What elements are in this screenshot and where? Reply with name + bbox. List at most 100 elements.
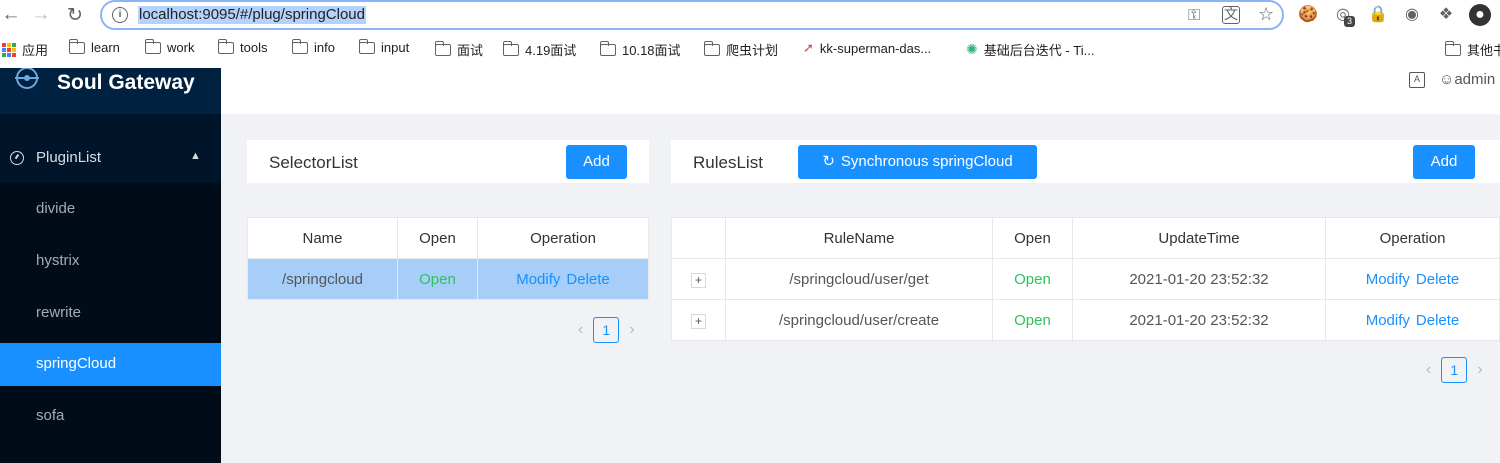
bookmark-crawler-plan[interactable]: 爬虫计划 [703, 40, 779, 59]
folder-icon [502, 40, 519, 56]
sidebar-item-rewrite[interactable]: rewrite [0, 292, 221, 335]
column-header: Operation [477, 217, 649, 259]
folder-icon [291, 38, 308, 54]
lock-extension-icon[interactable]: 🔒 [1367, 4, 1389, 26]
table-row[interactable]: + /springcloud/user/get Open 2021-01-20 … [671, 258, 1500, 300]
bookmark-backend-iteration[interactable]: ✺ 基础后台迭代 - Ti... [966, 40, 1094, 59]
rule-name: /springcloud/user/get [725, 258, 993, 300]
user-menu[interactable]: ☺admin [1439, 71, 1495, 88]
bookmark-star-icon[interactable]: ☆ [1258, 4, 1274, 25]
bookmark-info[interactable]: info [291, 38, 335, 55]
selector-list-title: SelectorList [269, 153, 358, 172]
folder-icon [703, 40, 720, 56]
selector-pagination: ‹ 1 › [578, 317, 635, 343]
bookmarks-bar: 应用 learn work tools info input 面试 4.19面试… [0, 36, 1500, 62]
sidebar-item-springcloud[interactable]: springCloud [0, 343, 221, 386]
puzzle-extensions-icon[interactable]: ❖ [1435, 4, 1457, 26]
expand-row-button[interactable]: + [691, 313, 706, 329]
sync-springcloud-button[interactable]: ↻ Synchronous springCloud [798, 145, 1037, 179]
sidebar-item-hystrix[interactable]: hystrix [0, 240, 221, 283]
bookmark-interview-419[interactable]: 4.19面试 [502, 40, 577, 59]
bookmark-label: 4.19面试 [525, 43, 577, 58]
bookmark-label: 10.18面试 [622, 43, 681, 58]
folder-icon [144, 38, 161, 54]
sidebar-item-label: hystrix [36, 252, 80, 269]
bookmark-tools[interactable]: tools [217, 38, 267, 55]
folder-icon [68, 38, 85, 54]
star-flower-icon: ✺ [966, 41, 978, 57]
extension-badge: 3 [1344, 16, 1356, 27]
bookmark-kk-superman[interactable]: ➚ kk-superman-das... [803, 40, 931, 56]
delete-link[interactable]: Delete [1416, 271, 1459, 288]
selector-list-header: SelectorList Add [247, 140, 649, 183]
translate-extension-icon[interactable]: ◎ 3 [1332, 4, 1356, 27]
column-header: Open [397, 217, 478, 259]
sidebar-item-sofa[interactable]: sofa [0, 395, 221, 438]
bookmark-interview-1018[interactable]: 10.18面试 [599, 40, 681, 59]
bookmark-label: 爬虫计划 [726, 43, 779, 58]
cookie-extension-icon[interactable]: 🍪 [1297, 4, 1319, 26]
prev-page-icon[interactable]: ‹ [1426, 361, 1431, 379]
sync-button-label: Synchronous springCloud [840, 153, 1013, 170]
next-page-icon[interactable]: › [629, 321, 634, 339]
reload-icon[interactable]: ↻ [64, 4, 86, 26]
selector-table: Name Open Operation /springcloud Open Mo… [247, 217, 649, 300]
prev-page-icon[interactable]: ‹ [578, 321, 583, 339]
expand-row-button[interactable]: + [691, 272, 706, 288]
folder-icon [217, 38, 234, 54]
bookmark-label: kk-superman-das... [819, 40, 932, 56]
bookmark-label: 其他书 [1467, 43, 1500, 58]
plugin-submenu: divide hystrix rewrite springCloud sofa [0, 183, 221, 463]
back-arrow-icon[interactable]: ← [0, 4, 22, 26]
modify-link[interactable]: Modify [1366, 271, 1410, 288]
logo[interactable]: Soul Gateway [0, 68, 221, 114]
translate-icon[interactable]: 文 [1222, 6, 1240, 24]
language-switch-icon[interactable]: A [1409, 72, 1425, 88]
evernote-extension-icon[interactable]: ◉ [1401, 4, 1423, 26]
site-info-icon[interactable]: i [112, 7, 128, 23]
profile-avatar[interactable]: ● [1469, 4, 1491, 26]
bookmark-input[interactable]: input [358, 38, 410, 55]
apps-grid-icon [2, 42, 16, 57]
table-row[interactable]: /springcloud Open Modify Delete [247, 258, 649, 300]
column-header: Open [992, 217, 1073, 259]
gateway-logo-icon [15, 68, 39, 89]
sidebar-item-label: rewrite [36, 304, 82, 321]
table-row[interactable]: + /springcloud/user/create Open 2021-01-… [671, 299, 1500, 341]
top-header: A ☺admin [221, 68, 1500, 114]
rules-table: RuleName Open UpdateTime Operation + /sp… [671, 217, 1500, 341]
add-rule-button[interactable]: Add [1413, 145, 1475, 179]
rules-list-header: RulesList ↻ Synchronous springCloud Add [671, 140, 1500, 183]
forward-arrow-icon[interactable]: → [30, 4, 52, 26]
key-icon[interactable]: ⚿ [1188, 7, 1200, 25]
page-number[interactable]: 1 [593, 317, 620, 343]
bookmark-label: 面试 [457, 43, 484, 58]
bookmark-apps[interactable]: 应用 [2, 40, 48, 59]
bookmark-label: input [381, 40, 410, 55]
sidebar-item-label: sofa [36, 407, 65, 424]
bookmark-other[interactable]: 其他书 [1444, 40, 1500, 59]
column-header [671, 217, 726, 259]
modify-link[interactable]: Modify [516, 271, 560, 288]
add-selector-button[interactable]: Add [566, 145, 627, 179]
pluginlist-menu[interactable]: PluginList ▲ [0, 138, 221, 178]
app-title: Soul Gateway [57, 71, 195, 94]
column-header: UpdateTime [1072, 217, 1326, 259]
page-number[interactable]: 1 [1441, 357, 1468, 383]
url-text[interactable]: localhost:9095/#/plug/springCloud [138, 6, 366, 24]
delete-link[interactable]: Delete [566, 271, 609, 288]
bookmark-label: work [167, 40, 195, 55]
browser-toolbar: ← → ↻ i localhost:9095/#/plug/springClou… [0, 0, 1500, 32]
next-page-icon[interactable]: › [1477, 361, 1482, 379]
modify-link[interactable]: Modify [1366, 312, 1410, 329]
address-bar[interactable]: i localhost:9095/#/plug/springCloud ⚿ 文 … [100, 0, 1284, 30]
update-time: 2021-01-20 23:52:32 [1072, 258, 1326, 300]
expand-cell: + [671, 258, 726, 300]
bookmark-interview[interactable]: 面试 [434, 40, 484, 59]
operation-cell: Modify Delete [1325, 258, 1500, 300]
bookmark-learn[interactable]: learn [68, 38, 120, 55]
sidebar-item-divide[interactable]: divide [0, 188, 221, 231]
folder-icon [1444, 40, 1461, 56]
delete-link[interactable]: Delete [1416, 312, 1459, 329]
bookmark-work[interactable]: work [144, 38, 195, 55]
